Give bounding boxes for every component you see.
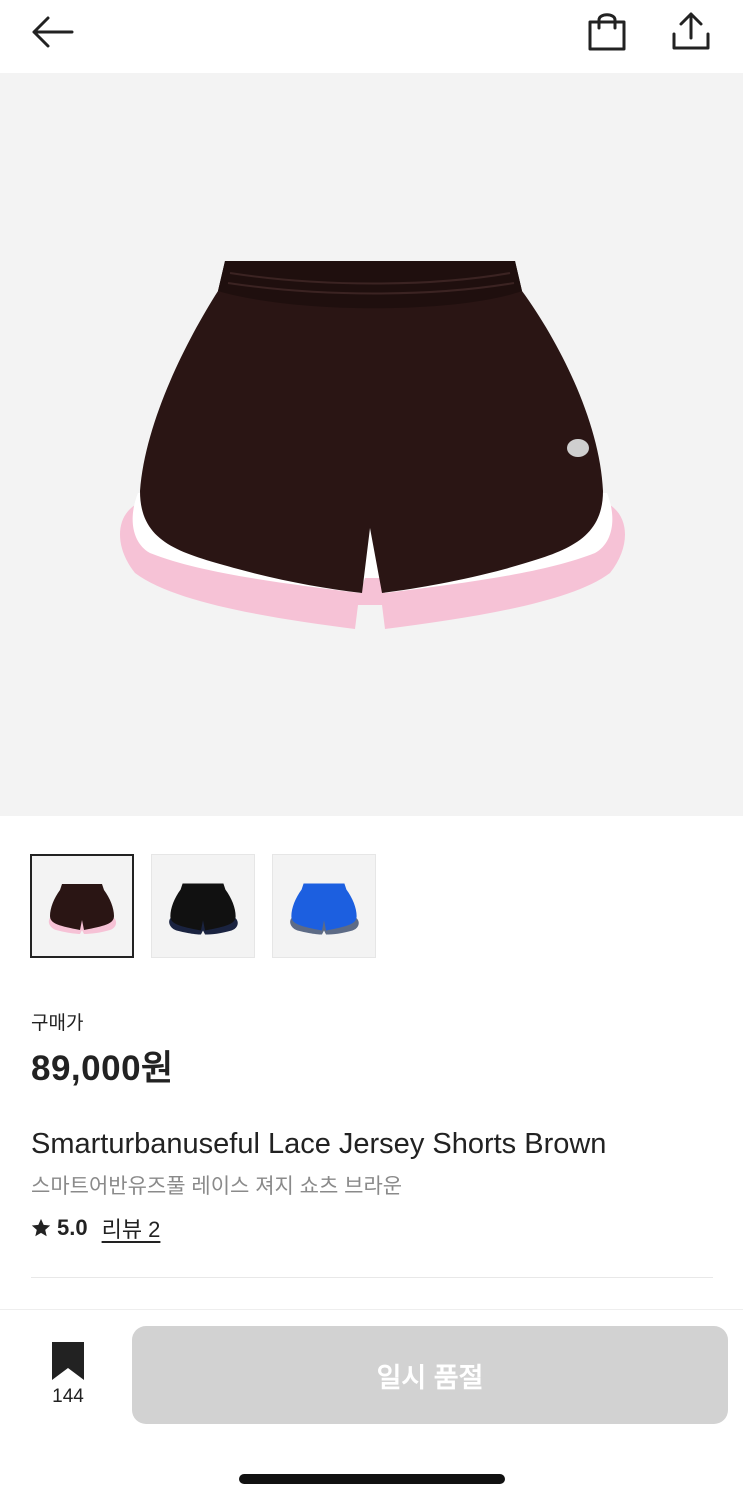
rating-row: 5.0 리뷰 2 [30,1212,160,1244]
top-bar [0,0,743,72]
back-arrow-icon[interactable] [28,10,76,54]
bookmark-button[interactable]: 144 [40,1336,96,1416]
rating-score: 5.0 [57,1215,88,1240]
shorts-illustration [120,261,625,629]
product-name-en: Smarturbanuseful Lace Jersey Shorts Brow… [31,1128,607,1160]
price-value: 89,000원 [31,1049,174,1088]
thumbnail-black[interactable] [151,854,255,958]
star-icon [31,1218,51,1237]
bookmark-icon [52,1342,84,1380]
section-divider [31,1277,713,1278]
review-link[interactable]: 리뷰 2 [102,1212,161,1244]
product-name-ko: 스마트어반유즈풀 레이스 져지 쇼츠 브라운 [31,1175,403,1198]
sold-out-button[interactable]: 일시 품절 [132,1326,728,1424]
thumbnail-blue[interactable] [272,854,376,958]
share-icon[interactable] [668,8,714,56]
thumbnail-brown[interactable] [30,854,134,958]
shopping-bag-icon[interactable] [584,8,630,56]
bottom-bar-divider [0,1309,743,1310]
price-label: 구매가 [31,1013,84,1034]
product-image[interactable] [0,73,743,816]
home-indicator [239,1474,505,1484]
bookmark-count: 144 [52,1386,84,1407]
